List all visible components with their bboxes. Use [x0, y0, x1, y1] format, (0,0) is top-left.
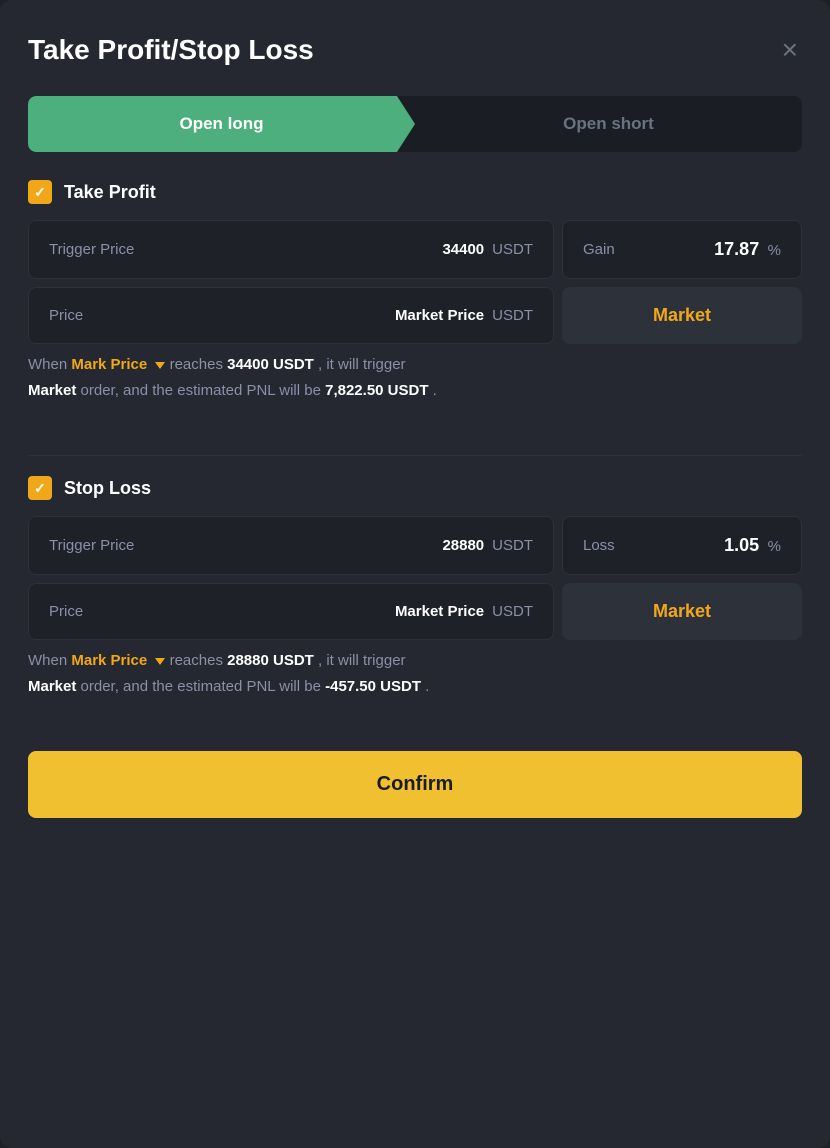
stop-loss-price-field[interactable]: Price Market Price USDT [28, 583, 554, 640]
take-profit-trigger-right: 34400 USDT [442, 241, 533, 258]
stop-loss-price-unit: USDT [492, 603, 533, 620]
tab-open-long[interactable]: Open long [28, 96, 415, 152]
take-profit-price-right: Market Price USDT [395, 307, 533, 324]
take-profit-checkbox[interactable]: ✓ [28, 180, 52, 204]
sl-desc-order-type: Market [28, 678, 76, 695]
stop-loss-loss-right: 1.05 % [724, 535, 781, 556]
stop-loss-section: ✓ Stop Loss Trigger Price 28880 USDT Los… [28, 476, 802, 707]
stop-loss-price-right: Market Price USDT [395, 603, 533, 620]
take-profit-gain-field: Gain 17.87 % [562, 220, 802, 279]
sl-desc-end: . [425, 678, 429, 695]
divider [28, 455, 802, 456]
stop-loss-loss-value: 1.05 [724, 535, 759, 555]
stop-loss-trigger-unit: USDT [492, 537, 533, 554]
take-profit-trigger-row: Trigger Price 34400 USDT Gain 17.87 % [28, 220, 802, 279]
tab-switcher: Open long Open short [28, 96, 802, 152]
stop-loss-trigger-right: 28880 USDT [442, 537, 533, 554]
check-icon: ✓ [34, 184, 46, 201]
sl-desc-price: 28880 USDT [227, 652, 314, 669]
stop-loss-trigger-field[interactable]: Trigger Price 28880 USDT [28, 516, 554, 575]
stop-loss-loss-field: Loss 1.05 % [562, 516, 802, 575]
desc-price: 34400 USDT [227, 356, 314, 373]
check-icon-2: ✓ [34, 480, 46, 497]
take-profit-description: When Mark Price reaches 34400 USDT , it … [28, 352, 802, 403]
stop-loss-label: Stop Loss [64, 478, 151, 499]
take-profit-header: ✓ Take Profit [28, 180, 802, 204]
close-button[interactable]: × [778, 32, 802, 68]
modal-container: Take Profit/Stop Loss × Open long Open s… [0, 0, 830, 1148]
stop-loss-trigger-row: Trigger Price 28880 USDT Loss 1.05 % [28, 516, 802, 575]
take-profit-price-label: Price [49, 307, 83, 324]
desc-trigger-type[interactable]: Mark Price [71, 356, 165, 373]
take-profit-trigger-field[interactable]: Trigger Price 34400 USDT [28, 220, 554, 279]
take-profit-gain-value: 17.87 [714, 239, 759, 259]
take-profit-gain-unit: % [768, 242, 781, 259]
sl-desc-trigger-type[interactable]: Mark Price [71, 652, 165, 669]
take-profit-market-button[interactable]: Market [562, 287, 802, 344]
take-profit-trigger-unit: USDT [492, 241, 533, 258]
modal-header: Take Profit/Stop Loss × [28, 32, 802, 68]
stop-loss-trigger-value: 28880 [442, 537, 484, 554]
take-profit-trigger-value: 34400 [442, 241, 484, 258]
take-profit-price-row: Price Market Price USDT Market [28, 287, 802, 344]
take-profit-trigger-label: Trigger Price [49, 241, 134, 258]
dropdown-arrow-icon [155, 362, 165, 369]
take-profit-label: Take Profit [64, 182, 156, 203]
sl-desc-pnl: -457.50 USDT [325, 678, 421, 695]
confirm-button[interactable]: Confirm [28, 751, 802, 818]
desc-suffix: order, and the estimated PNL will be [81, 382, 326, 399]
desc-mid: , it will trigger [318, 356, 406, 373]
dropdown-arrow-icon-2 [155, 658, 165, 665]
stop-loss-trigger-label: Trigger Price [49, 537, 134, 554]
sl-desc-mid: , it will trigger [318, 652, 406, 669]
take-profit-price-unit: USDT [492, 307, 533, 324]
modal-title: Take Profit/Stop Loss [28, 34, 314, 66]
tab-open-short[interactable]: Open short [415, 96, 802, 152]
desc-end: . [433, 382, 437, 399]
stop-loss-price-row: Price Market Price USDT Market [28, 583, 802, 640]
take-profit-gain-right: 17.87 % [714, 239, 781, 260]
sl-desc-suffix: order, and the estimated PNL will be [81, 678, 326, 695]
stop-loss-description: When Mark Price reaches 28880 USDT , it … [28, 648, 802, 699]
desc-prefix: When [28, 356, 71, 373]
take-profit-gain-label: Gain [583, 241, 615, 258]
stop-loss-checkbox[interactable]: ✓ [28, 476, 52, 500]
take-profit-price-value: Market Price [395, 307, 484, 324]
desc-order-type: Market [28, 382, 76, 399]
desc-pnl: 7,822.50 USDT [325, 382, 428, 399]
stop-loss-market-button[interactable]: Market [562, 583, 802, 640]
desc-reaches: reaches [170, 356, 228, 373]
take-profit-market-label: Market [653, 305, 711, 326]
take-profit-section: ✓ Take Profit Trigger Price 34400 USDT G… [28, 180, 802, 411]
stop-loss-header: ✓ Stop Loss [28, 476, 802, 500]
stop-loss-market-label: Market [653, 601, 711, 622]
sl-desc-reaches: reaches [170, 652, 228, 669]
stop-loss-loss-label: Loss [583, 537, 615, 554]
stop-loss-price-label: Price [49, 603, 83, 620]
stop-loss-price-value: Market Price [395, 603, 484, 620]
take-profit-price-field[interactable]: Price Market Price USDT [28, 287, 554, 344]
sl-desc-prefix: When [28, 652, 71, 669]
stop-loss-loss-unit: % [768, 538, 781, 555]
